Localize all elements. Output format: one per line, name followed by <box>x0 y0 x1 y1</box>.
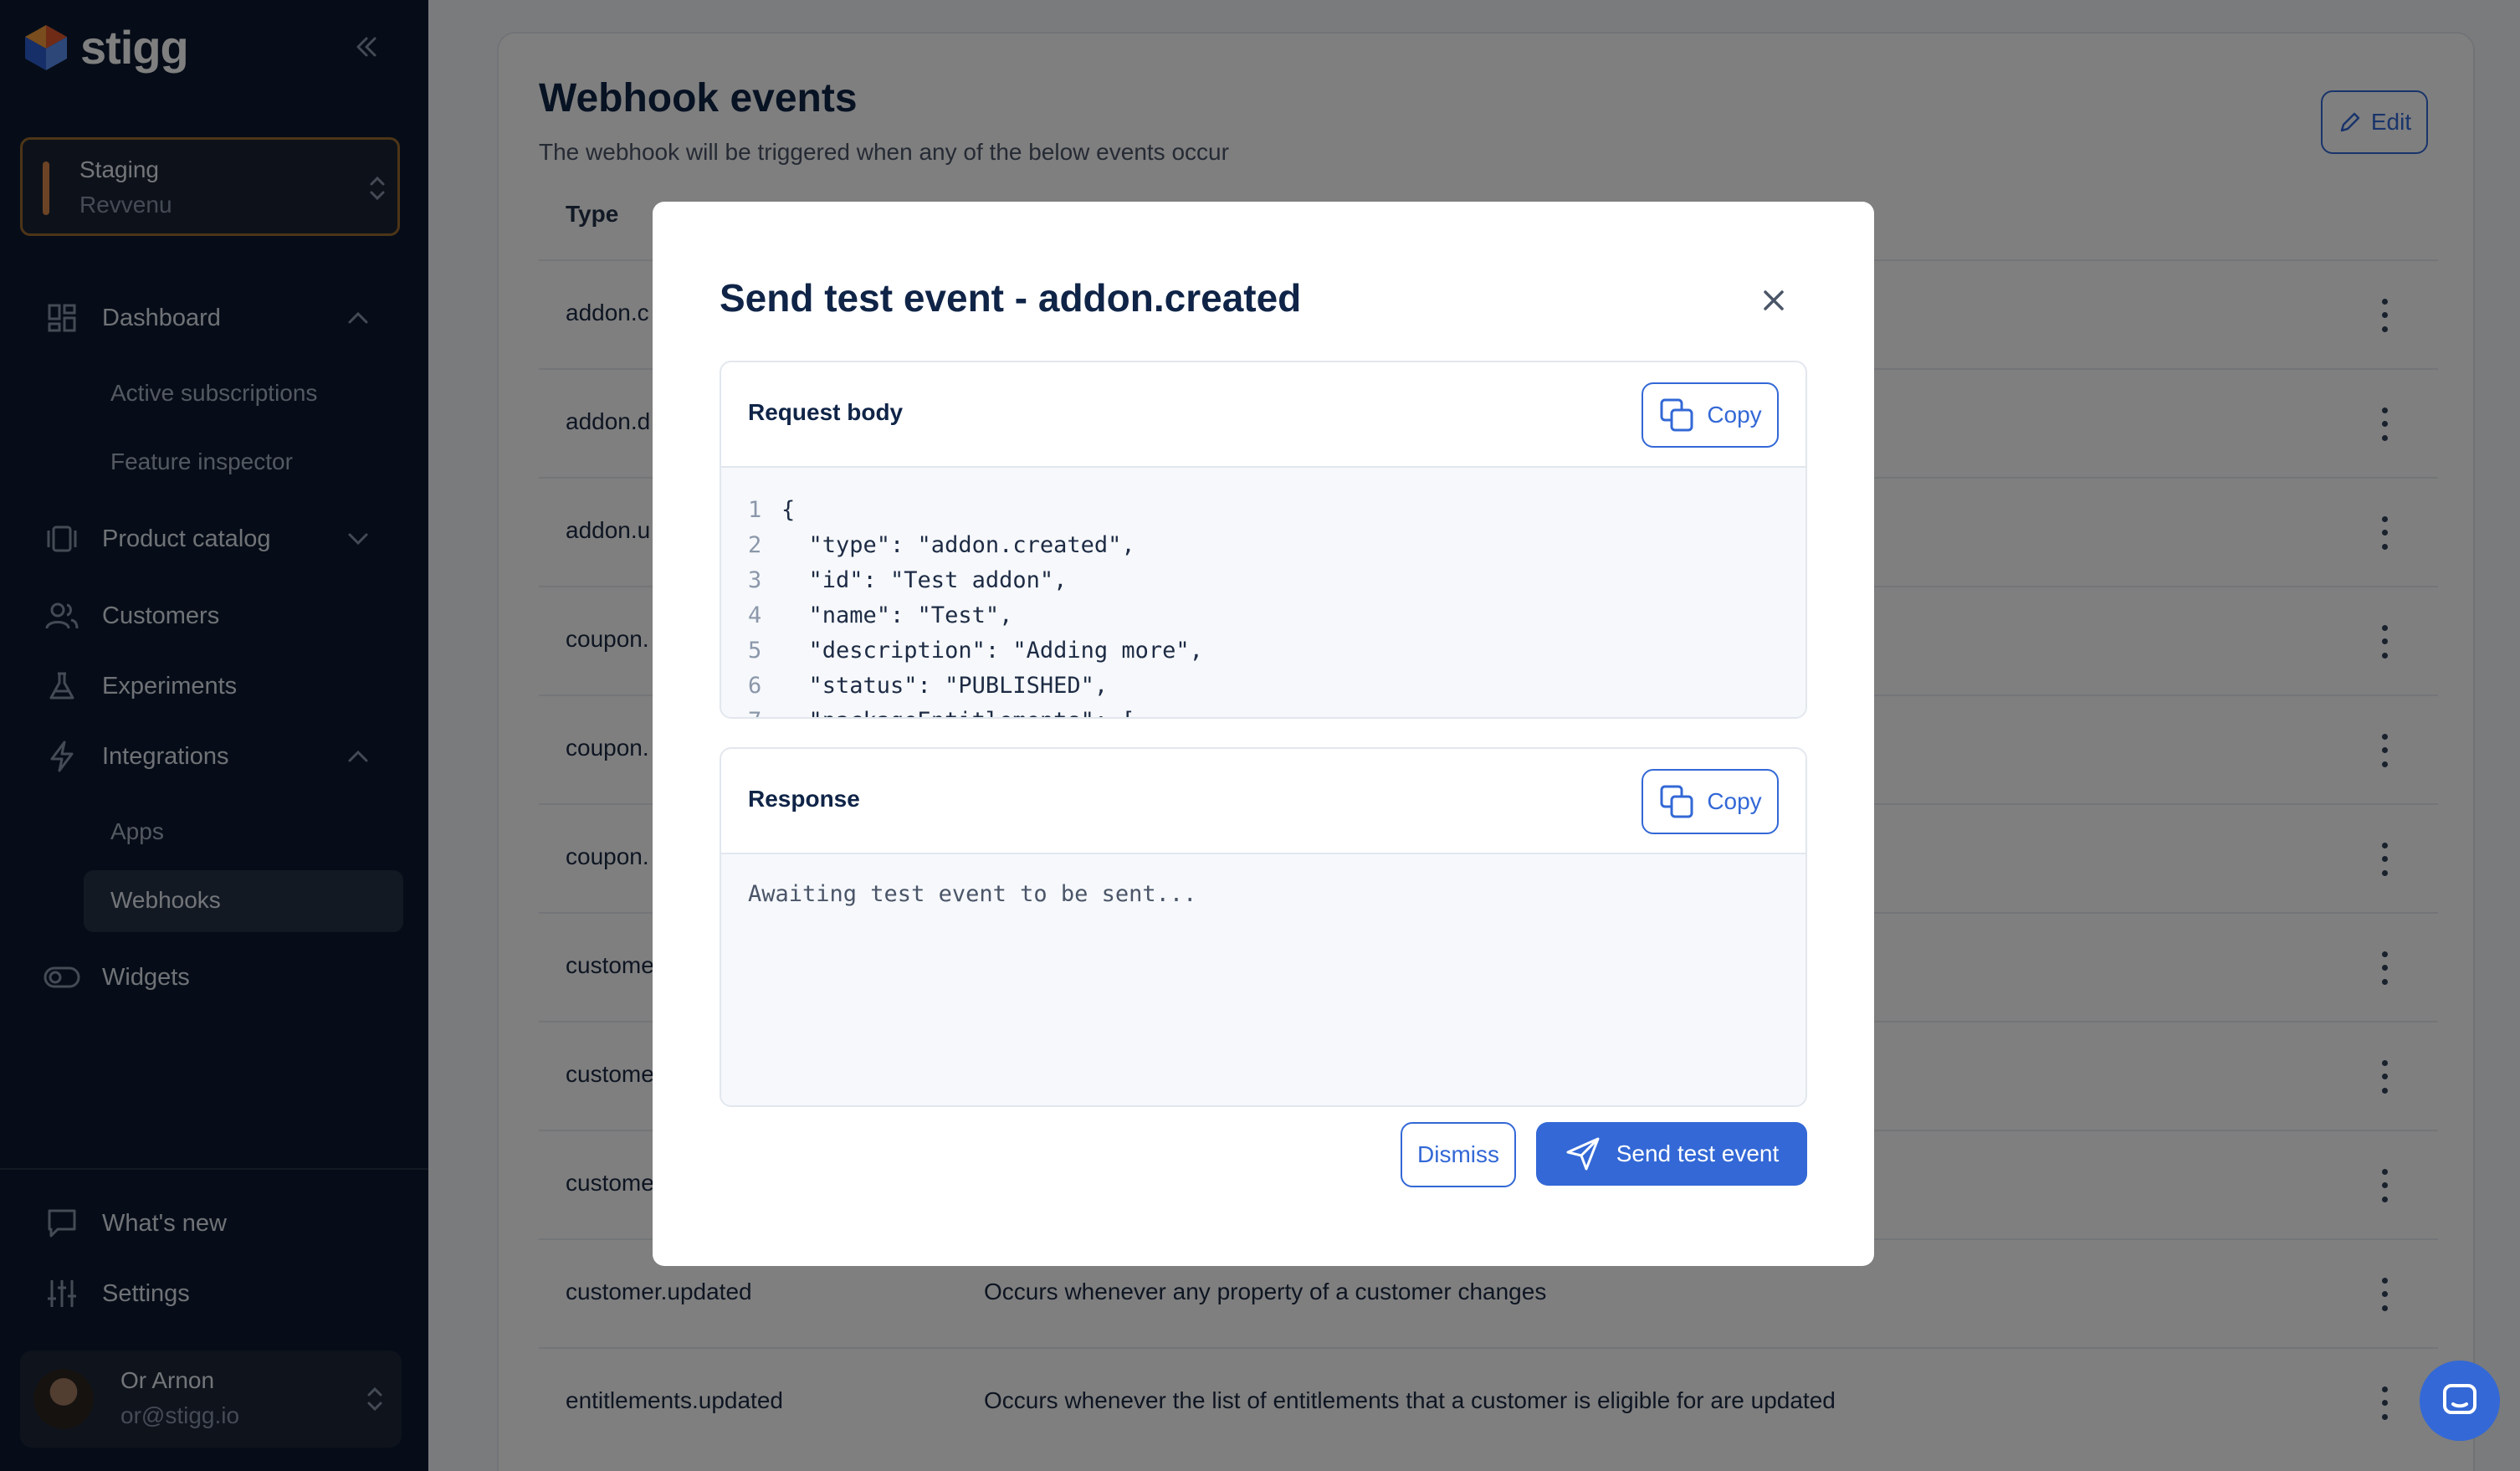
response-header: Response Copy <box>721 749 1805 854</box>
code-line: 7 "packageEntitlements": [ <box>748 704 1203 717</box>
code-line: 6 "status": "PUBLISHED", <box>748 673 1109 699</box>
dialog-title: Send test event - addon.created <box>720 276 1302 320</box>
copy-response-button[interactable]: Copy <box>1642 769 1779 834</box>
request-body-label: Request body <box>748 399 904 425</box>
copy-button-label: Copy <box>1707 402 1762 428</box>
code-line: 4 "name": "Test", <box>748 602 1013 628</box>
send-button-label: Send test event <box>1616 1140 1780 1166</box>
response-panel: Response Copy Awaiting test event to be … <box>720 747 1807 1107</box>
copy-icon <box>1660 398 1693 432</box>
send-test-event-button[interactable]: Send test event <box>1536 1122 1807 1186</box>
code-line: 1{ <box>748 497 796 523</box>
code-line: 2 "type": "addon.created", <box>748 532 1135 558</box>
response-output: Awaiting test event to be sent... <box>721 854 1805 1105</box>
dismiss-button[interactable]: Dismiss <box>1401 1122 1516 1187</box>
response-label: Response <box>748 786 860 812</box>
copy-icon <box>1660 785 1693 818</box>
response-placeholder: Awaiting test event to be sent... <box>748 881 1197 907</box>
request-body-editor[interactable]: 1{ 2 "type": "addon.created", 3 "id": "Tes… <box>721 468 1805 717</box>
close-icon[interactable] <box>1755 282 1792 319</box>
copy-button-label: Copy <box>1707 788 1762 814</box>
chat-icon <box>2443 1384 2476 1414</box>
code-line: 3 "id": "Test addon", <box>748 567 1068 593</box>
code-line: 5 "description": "Adding more", <box>748 638 1203 664</box>
send-test-event-dialog: Send test event - addon.created Request … <box>653 202 1874 1266</box>
support-chat-button[interactable] <box>2420 1361 2500 1441</box>
send-icon <box>1566 1137 1600 1171</box>
code-block: 1{ 2 "type": "addon.created", 3 "id": "Tes… <box>748 493 1203 717</box>
request-body-panel: Request body Copy 1{ 2 "type": "addon.cre… <box>720 361 1807 719</box>
copy-request-button[interactable]: Copy <box>1642 382 1779 448</box>
request-body-header: Request body Copy <box>721 362 1805 468</box>
